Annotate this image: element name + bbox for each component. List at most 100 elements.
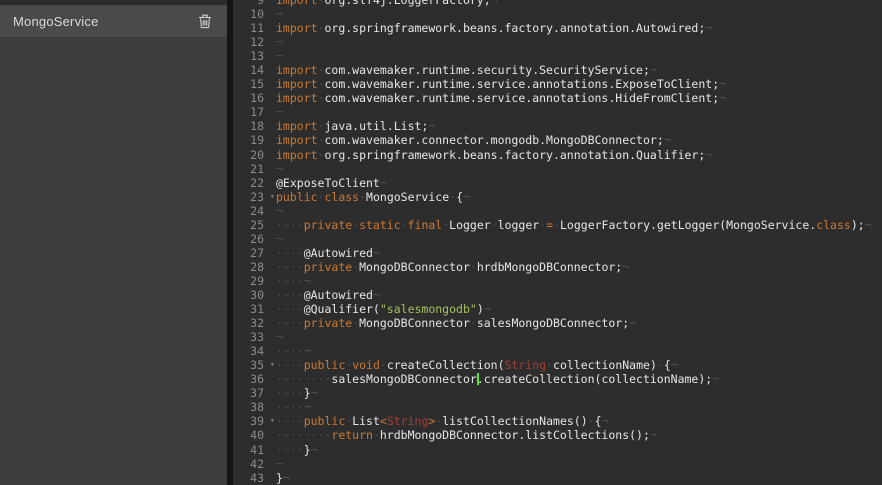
code-line-text[interactable]: ····private·MongoDBConnector·salesMongoD… [276,316,882,330]
line-number: 9 [233,0,276,7]
gutter-cell: 17 [233,105,276,119]
code-line: 9import·org.slf4j.LoggerFactory;¬ [233,0,882,7]
code-line-text[interactable]: import·com.wavemaker.connector.mongodb.M… [276,133,882,147]
fold-arrow-icon[interactable]: ▾ [270,414,275,428]
code-line: 38····¬ [233,400,882,414]
code-line: 28····private·MongoDBConnector·hrdbMongo… [233,260,882,274]
code-line-text[interactable]: ····@Qualifier("salesmongodb")¬ [276,302,882,316]
code-token: com.wavemaker.connector.mongodb.MongoDBC… [324,133,663,147]
code-line-text[interactable]: ········return·hrdbMongoDBConnector.list… [276,428,882,442]
code-line: 33¬ [233,330,882,344]
whitespace-dots: ···· [276,302,304,316]
eol-marker: ¬ [712,372,719,386]
code-line-text[interactable]: ····}¬ [276,386,882,400]
code-line-text[interactable]: @ExposeToClient¬ [276,176,882,190]
code-line-text[interactable]: ····}¬ [276,443,882,457]
whitespace-dots: ········ [276,428,331,442]
code-line-text[interactable]: ····public·void·createCollection(String·… [276,358,882,372]
fold-arrow-icon[interactable]: ▾ [270,190,275,204]
code-line-text[interactable]: ····public·List<String>·listCollectionNa… [276,414,882,428]
code-line: 42¬ [233,457,882,471]
gutter-cell: 15 [233,77,276,91]
gutter-cell: 10 [233,7,276,21]
eol-marker: ¬ [276,232,283,246]
code-line-text[interactable]: ¬ [276,162,882,176]
eol-marker: ¬ [304,400,311,414]
code-token: @Autowired [304,288,373,302]
code-line-text[interactable]: ····private·static·final·Logger·logger·=… [276,218,882,232]
gutter-cell: 38 [233,400,276,414]
gutter-cell: 14 [233,63,276,77]
code-line-text[interactable]: ····private·MongoDBConnector·hrdbMongoDB… [276,260,882,274]
code-token: } [304,386,311,400]
code-line-text[interactable]: ····¬ [276,344,882,358]
code-line-text[interactable]: ¬ [276,7,882,21]
code-token: public [304,414,346,428]
line-number: 30 [233,288,276,302]
code-line-text[interactable]: import·com.wavemaker.runtime.service.ann… [276,91,882,105]
code-line-text[interactable]: ····¬ [276,400,882,414]
code-line: 21¬ [233,162,882,176]
code-line: 35▾····public·void·createCollection(Stri… [233,358,882,372]
code-line-text[interactable]: import·com.wavemaker.runtime.security.Se… [276,63,882,77]
gutter-cell: 21 [233,162,276,176]
line-number: 40 [233,428,276,442]
code-line-text[interactable]: import·org.springframework.beans.factory… [276,148,882,162]
whitespace-dots: · [546,358,553,372]
code-line-text[interactable]: ····@Autowired¬ [276,288,882,302]
eol-marker: ¬ [428,119,435,133]
gutter-cell: 43 [233,471,276,485]
code-token: { [664,358,671,372]
code-line-text[interactable]: import·org.slf4j.LoggerFactory;¬ [276,0,882,7]
code-token: @Autowired [304,246,373,260]
sidebar-item-mongoservice[interactable]: MongoService [0,5,227,37]
code-token: org.springframework.beans.factory.annota… [324,21,705,35]
code-line-text[interactable]: ¬ [276,330,882,344]
code-line: 37····}¬ [233,386,882,400]
gutter-cell: 33 [233,330,276,344]
line-number: 29 [233,274,276,288]
code-line-text[interactable]: ¬ [276,232,882,246]
code-editor[interactable]: 9import·org.slf4j.LoggerFactory;¬10¬11im… [233,0,882,485]
code-token: @Qualifier( [304,302,380,316]
whitespace-dots: ········ [276,372,331,386]
code-token: collectionName) [553,358,657,372]
code-line-text[interactable]: ¬ [276,204,882,218]
whitespace-dots: ···· [276,358,304,372]
code-token: static [359,218,401,232]
gutter-cell: 23▾ [233,190,276,204]
code-line-text[interactable]: ········salesMongoDBConnector.createColl… [276,372,882,386]
code-line-text[interactable]: ¬ [276,457,882,471]
code-token: List [352,414,380,428]
code-line-text[interactable]: ····¬ [276,274,882,288]
line-number: 43 [233,471,276,485]
code-token: void [352,358,380,372]
line-number: 19 [233,133,276,147]
line-number: 17 [233,105,276,119]
fold-arrow-icon[interactable]: ▾ [270,358,275,372]
code-token: final [408,218,443,232]
code-line-text[interactable]: ¬ [276,49,882,63]
code-line-text[interactable]: }¬ [276,471,882,485]
eol-marker: ¬ [705,21,712,35]
code-line: 43}¬ [233,471,882,485]
code-token: } [304,443,311,457]
code-line-text[interactable]: ¬ [276,35,882,49]
code-token: LoggerFactory.getLogger(MongoService. [560,218,816,232]
delete-service-button[interactable] [197,12,215,30]
gutter-cell: 9 [233,0,276,7]
code-line-text[interactable]: import·com.wavemaker.runtime.service.ann… [276,77,882,91]
line-number: 12 [233,35,276,49]
code-line-text[interactable]: ¬ [276,105,882,119]
code-line-text[interactable]: import·org.springframework.beans.factory… [276,21,882,35]
whitespace-dots: · [373,428,380,442]
line-number: 32 [233,316,276,330]
code-line-text[interactable]: ····@Autowired¬ [276,246,882,260]
line-number: 27 [233,246,276,260]
gutter-cell: 19 [233,133,276,147]
code-line-text[interactable]: public·class·MongoService·{¬ [276,190,882,204]
code-token: org.springframework.beans.factory.annota… [324,148,705,162]
line-number: 41 [233,443,276,457]
code-line-text[interactable]: import·java.util.List;¬ [276,119,882,133]
code-line: 17¬ [233,105,882,119]
